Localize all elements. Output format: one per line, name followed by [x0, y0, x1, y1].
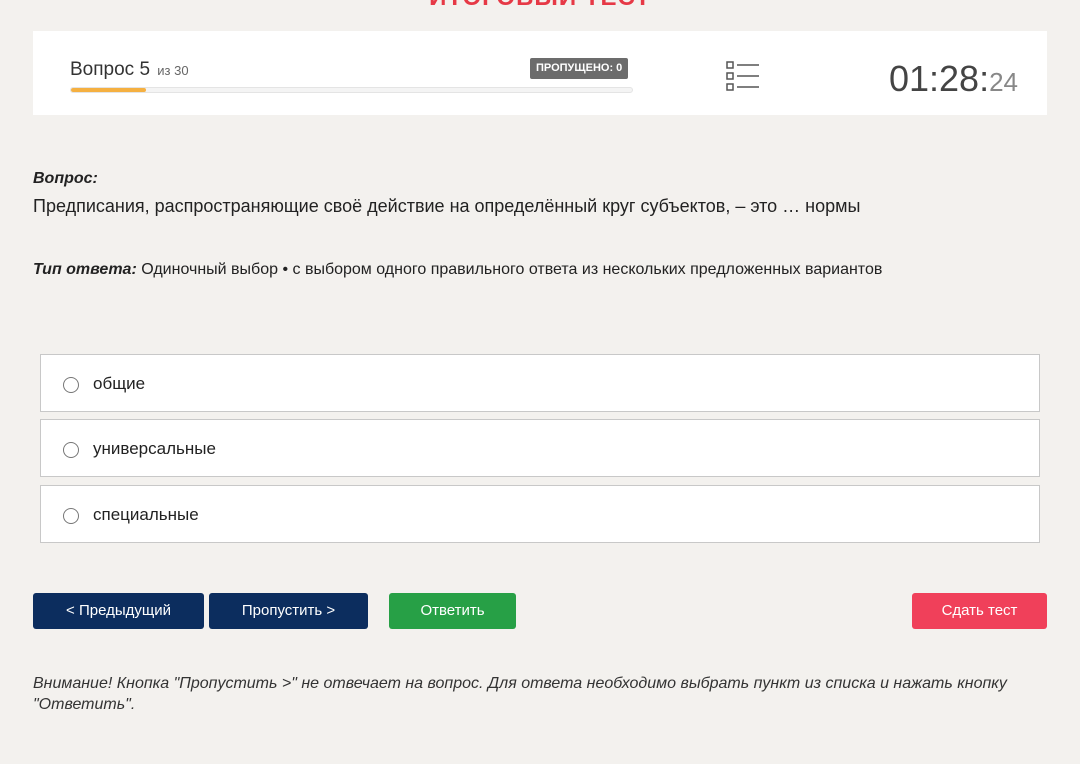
answer-option-label: общие	[93, 374, 146, 393]
question-counter: Вопрос 5 из 30	[70, 59, 189, 81]
submit-test-button[interactable]: Сдать тест	[912, 593, 1047, 629]
previous-button[interactable]: < Предыдущий	[33, 593, 204, 629]
skip-button[interactable]: Пропустить >	[209, 593, 368, 629]
question-total: из 30	[157, 63, 189, 78]
progress-fill	[71, 88, 146, 92]
answer-type-label: Тип ответа:	[33, 261, 137, 278]
skipped-badge: ПРОПУЩЕНО: 0	[530, 58, 629, 79]
answer-option-1[interactable]: общие	[40, 354, 1040, 412]
answer-type: Тип ответа: Одиночный выбор • с выбором …	[33, 261, 882, 279]
progress-bar	[70, 87, 633, 93]
answer-option-label: специальные	[93, 505, 199, 524]
answer-button[interactable]: Ответить	[389, 593, 516, 629]
answer-option-2[interactable]: универсальные	[40, 419, 1040, 477]
countdown-timer: 01:28:24	[889, 58, 1018, 100]
question-list-icon[interactable]	[726, 60, 760, 92]
timer-seconds: 24	[989, 67, 1018, 97]
notice-text: Внимание! Кнопка "Пропустить >" не отвеч…	[33, 675, 1007, 713]
radio-button[interactable]	[63, 377, 79, 393]
answer-option-3[interactable]: специальные	[40, 485, 1040, 543]
answer-type-value: Одиночный выбор • с выбором одного прави…	[141, 261, 883, 278]
radio-button[interactable]	[63, 442, 79, 458]
answer-option-label: универсальные	[93, 439, 216, 458]
test-header-panel: Вопрос 5 из 30 ПРОПУЩЕНО: 0 01:28:24	[33, 31, 1047, 115]
timer-main: 01:28:	[888, 58, 990, 99]
question-text: Предписания, распространяющие своё дейст…	[33, 196, 861, 216]
question-number: Вопрос 5	[70, 59, 151, 80]
page-title: ИТОГОВЫЙ ТЕСТ	[0, 0, 1080, 10]
question-label: Вопрос:	[33, 170, 98, 187]
radio-button[interactable]	[63, 508, 79, 524]
